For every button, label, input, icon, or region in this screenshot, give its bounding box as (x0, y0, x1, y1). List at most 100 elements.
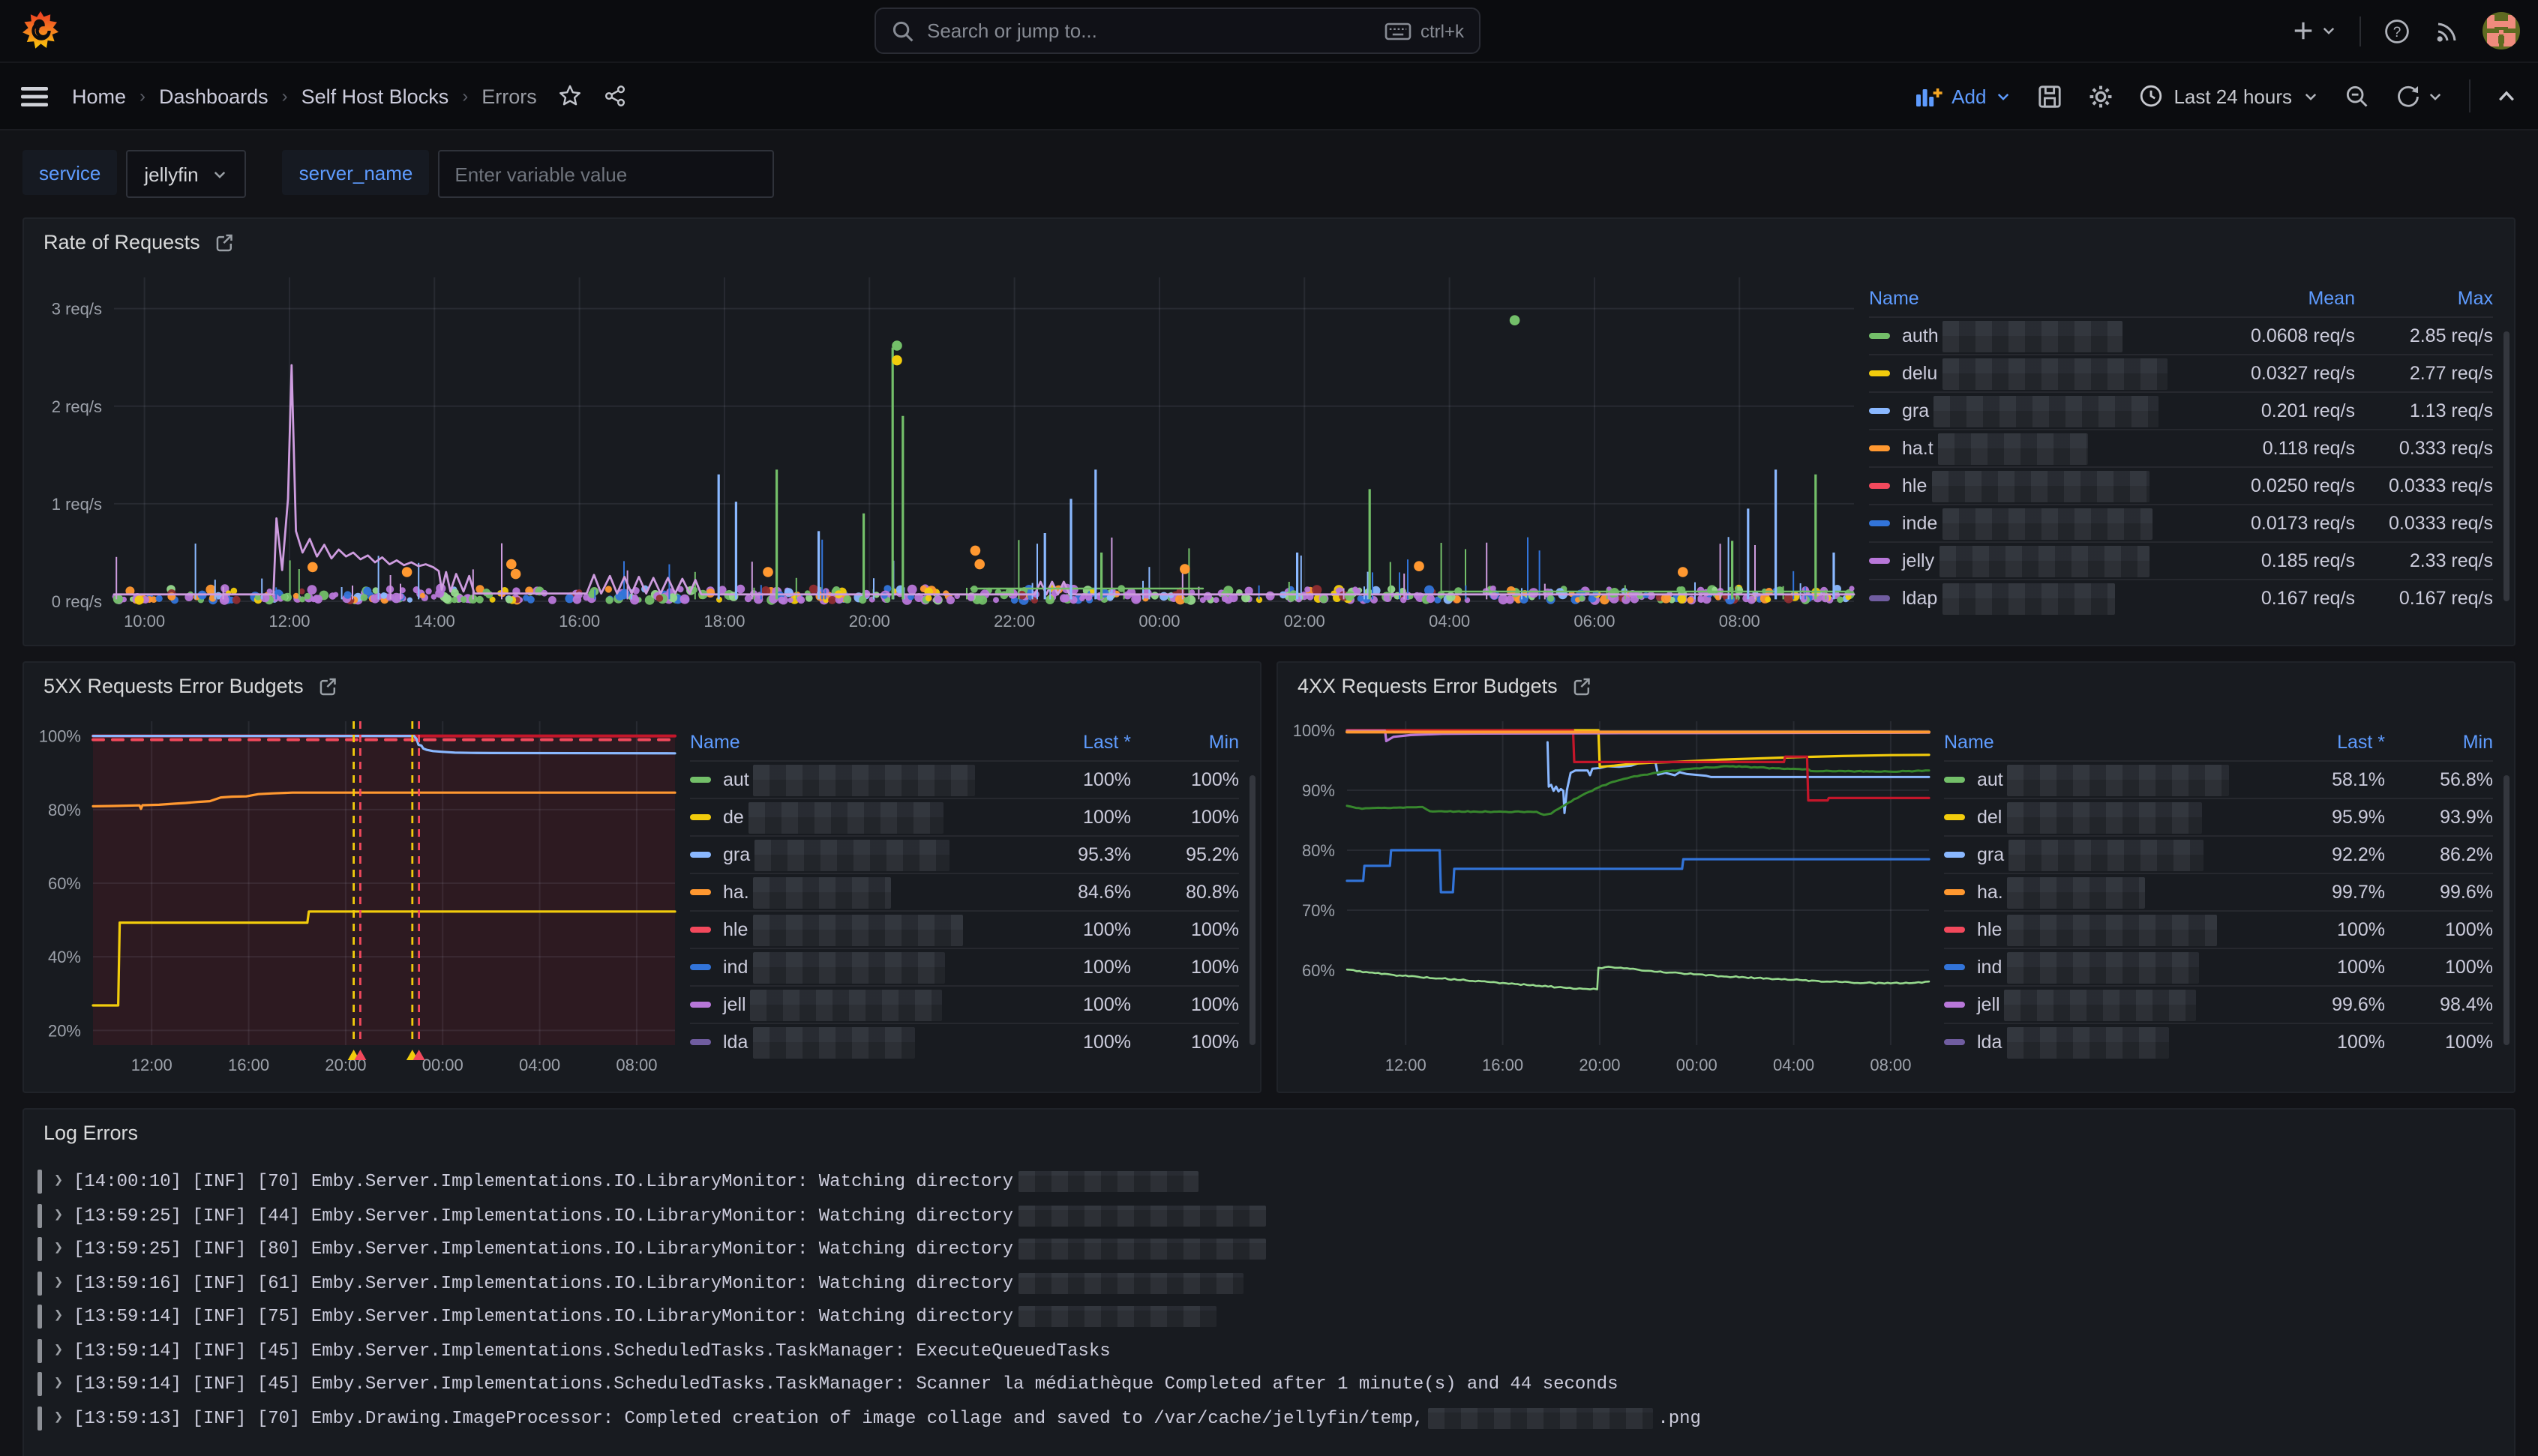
log-line[interactable]: ❯[14:00:10] [INF] [70] Emby.Server.Imple… (33, 1165, 2499, 1199)
rate-of-requests-chart[interactable]: 0 req/s1 req/s2 req/s3 req/s10:0012:0014… (24, 265, 1869, 640)
legend-series-hle[interactable]: hle (1944, 910, 2277, 948)
search-shortcut: ctrl+k (1420, 20, 1464, 41)
external-link-icon[interactable] (1571, 676, 1592, 697)
legend-scrollbar[interactable] (1250, 775, 1256, 1045)
svg-text:00:00: 00:00 (422, 1056, 464, 1074)
legend-series-hle[interactable]: hle (1869, 466, 2193, 504)
legend-series-ha.[interactable]: ha. (690, 873, 1023, 910)
legend-series-gra[interactable]: gra (1869, 391, 2193, 429)
expand-log-icon[interactable]: ❯ (54, 1275, 74, 1293)
legend-series-ldap[interactable]: ldap (1869, 579, 2193, 616)
svg-text:80%: 80% (48, 801, 81, 819)
new-menu-button[interactable] (2292, 19, 2337, 42)
legend-series-delu[interactable]: delu (1869, 354, 2193, 391)
expand-log-icon[interactable]: ❯ (54, 1241, 74, 1259)
collapse-toolbar-button[interactable] (2496, 87, 2517, 105)
legend-column-header[interactable]: Min (2385, 727, 2493, 760)
news-rss-icon[interactable] (2433, 17, 2460, 44)
expand-log-icon[interactable]: ❯ (54, 1342, 74, 1360)
series-name: gra (1902, 400, 1929, 421)
5xx-error-budgets-chart[interactable]: 20%40%60%80%100%12:0016:0020:0000:0004:0… (24, 709, 690, 1084)
legend-scrollbar[interactable] (2504, 775, 2510, 1045)
expand-log-icon[interactable]: ❯ (54, 1207, 74, 1225)
avatar[interactable] (2482, 12, 2520, 49)
share-button[interactable] (603, 84, 627, 108)
expand-log-icon[interactable]: ❯ (54, 1376, 74, 1394)
legend-column-header[interactable]: Name (1869, 283, 2193, 316)
zoom-out-button[interactable] (2344, 83, 2370, 109)
expand-log-icon[interactable]: ❯ (54, 1308, 74, 1326)
legend-value: 100% (2277, 948, 2385, 985)
legend-value: 100% (1131, 985, 1239, 1023)
legend-column-header[interactable]: Name (1944, 727, 2277, 760)
breadcrumb-item[interactable]: Errors (482, 85, 537, 107)
save-dashboard-button[interactable] (2037, 83, 2062, 109)
log-line[interactable]: ❯[13:59:14] [INF] [75] Emby.Server.Imple… (33, 1300, 2499, 1334)
menu-toggle-button[interactable] (21, 85, 48, 107)
legend-series-gra[interactable]: gra (1944, 835, 2277, 873)
legend-scrollbar[interactable] (2504, 331, 2510, 601)
legend-series-gra[interactable]: gra (690, 835, 1023, 873)
external-link-icon[interactable] (214, 232, 235, 253)
legend-value: 95.2% (1131, 835, 1239, 873)
variable-service-value-dropdown[interactable]: jellyfin (126, 150, 246, 198)
external-link-icon[interactable] (317, 676, 338, 697)
log-line[interactable]: ❯[13:59:25] [INF] [44] Emby.Server.Imple… (33, 1199, 2499, 1233)
log-line[interactable]: ❯[13:59:14] [INF] [45] Emby.Server.Imple… (33, 1368, 2499, 1401)
legend-series-ind[interactable]: ind (690, 948, 1023, 985)
legend-value: 100% (1023, 985, 1131, 1023)
log-line[interactable]: ❯[13:59:25] [INF] [80] Emby.Server.Imple… (33, 1233, 2499, 1266)
expand-log-icon[interactable]: ❯ (54, 1410, 74, 1428)
help-icon[interactable]: ? (2384, 17, 2410, 44)
log-level-bar (38, 1305, 42, 1329)
legend-column-header[interactable]: Last * (2277, 727, 2385, 760)
refresh-button[interactable] (2396, 83, 2444, 109)
svg-text:40%: 40% (48, 948, 81, 966)
log-text: [13:59:16] [INF] [61] Emby.Server.Implem… (74, 1273, 1013, 1294)
dashboard-settings-button[interactable] (2088, 83, 2114, 109)
favorite-star-button[interactable] (558, 84, 582, 108)
series-color-swatch-icon (690, 1002, 711, 1008)
breadcrumb-item[interactable]: Self Host Blocks (302, 85, 449, 107)
legend-series-inde[interactable]: inde (1869, 504, 2193, 541)
search-input[interactable]: Search or jump to... ctrl+k (874, 7, 1480, 54)
add-panel-button[interactable]: Add (1916, 85, 2012, 107)
legend-series-jell[interactable]: jell (1944, 985, 2277, 1023)
legend-series-del[interactable]: del (1944, 798, 2277, 835)
legend-series-aut[interactable]: aut (690, 760, 1023, 798)
log-line[interactable]: ❯[13:59:16] [INF] [61] Emby.Server.Imple… (33, 1266, 2499, 1300)
breadcrumb-item[interactable]: Home (72, 85, 126, 107)
breadcrumb-item[interactable]: Dashboards (159, 85, 268, 107)
expand-log-icon[interactable]: ❯ (54, 1173, 74, 1191)
svg-text:22:00: 22:00 (994, 612, 1035, 631)
legend-series-hle[interactable]: hle (690, 910, 1023, 948)
legend-series-jelly[interactable]: jelly (1869, 541, 2193, 579)
variable-server-name-input[interactable] (438, 150, 774, 198)
legend-series-lda[interactable]: lda (690, 1023, 1023, 1060)
legend-column-header[interactable]: Mean (2193, 283, 2355, 316)
series-name: ha. (723, 882, 749, 903)
legend-column-header[interactable]: Min (1131, 727, 1239, 760)
legend-series-ha.[interactable]: ha. (1944, 873, 2277, 910)
redacted-text (754, 876, 892, 908)
4xx-error-budgets-chart[interactable]: 60%70%80%90%100%12:0016:0020:0000:0004:0… (1278, 709, 1944, 1084)
grafana-logo-icon[interactable] (18, 10, 63, 51)
log-line[interactable]: ❯[13:59:14] [INF] [45] Emby.Server.Imple… (33, 1334, 2499, 1368)
log-text: [13:59:14] [INF] [45] Emby.Server.Implem… (74, 1374, 1618, 1395)
legend-series-ha.t[interactable]: ha.t (1869, 429, 2193, 466)
legend-column-header[interactable]: Last * (1023, 727, 1131, 760)
legend-series-auth[interactable]: auth (1869, 316, 2193, 354)
legend-value: 1.13 req/s (2355, 391, 2493, 429)
legend-series-lda[interactable]: lda (1944, 1023, 2277, 1060)
legend-column-header[interactable]: Max (2355, 283, 2493, 316)
legend-value: 100% (2277, 910, 2385, 948)
legend-series-de[interactable]: de (690, 798, 1023, 835)
legend-series-ind[interactable]: ind (1944, 948, 2277, 985)
legend-series-aut[interactable]: aut (1944, 760, 2277, 798)
log-line[interactable]: ❯[13:59:13] [INF] [70] Emby.Drawing.Imag… (33, 1401, 2499, 1435)
legend-series-jell[interactable]: jell (690, 985, 1023, 1023)
svg-text:2 req/s: 2 req/s (52, 397, 102, 416)
legend-column-header[interactable]: Name (690, 727, 1023, 760)
time-range-picker[interactable]: Last 24 hours (2139, 84, 2319, 108)
series-color-swatch-icon (690, 889, 711, 895)
